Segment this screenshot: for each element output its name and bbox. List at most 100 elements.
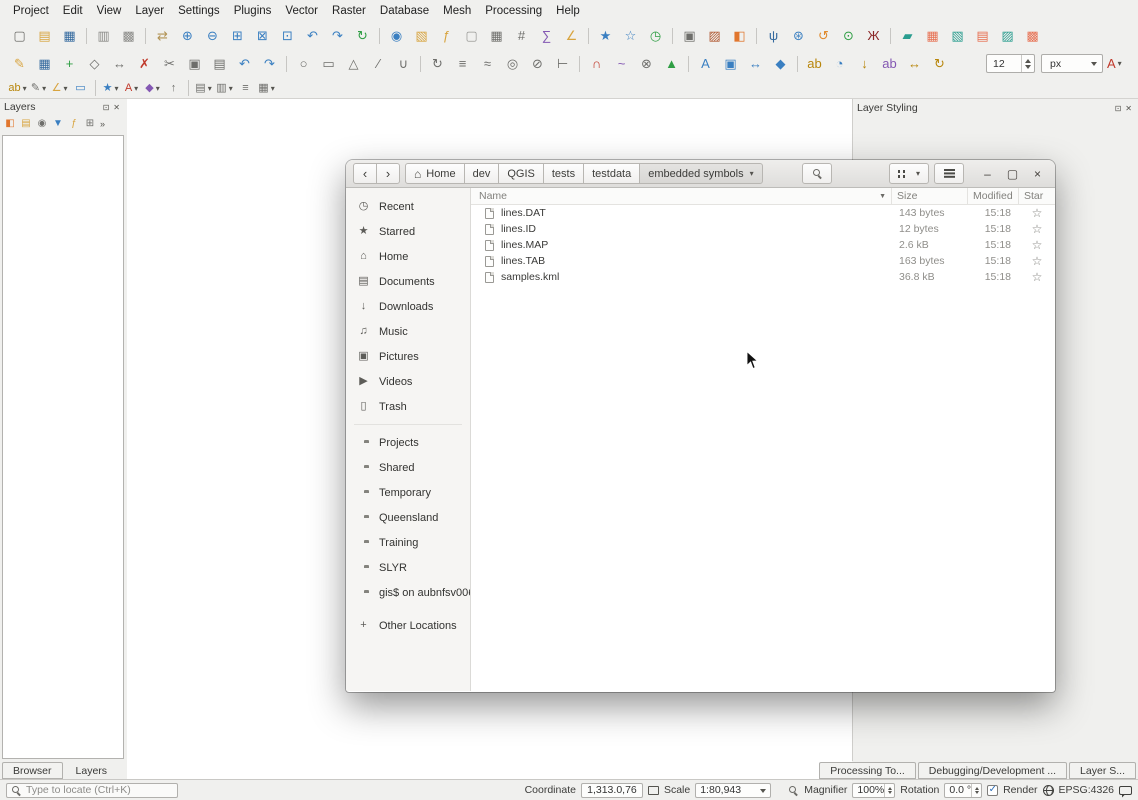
add-group-button[interactable]: ▤ xyxy=(18,117,34,132)
sidebar-item-videos[interactable]: ▶Videos xyxy=(346,369,470,394)
close-button[interactable]: × xyxy=(1027,163,1048,184)
messages-icon[interactable] xyxy=(1119,786,1132,795)
plugin-manager-button[interactable]: ⊙ xyxy=(837,24,860,47)
sidebar-item-music[interactable]: ♫Music xyxy=(346,319,470,344)
data-source-manager-button[interactable]: ▨ xyxy=(703,24,726,47)
crs-button[interactable]: EPSG:4326 xyxy=(1059,784,1114,796)
star-icon[interactable]: ☆ xyxy=(1019,206,1055,220)
python-console-button[interactable]: ψ xyxy=(762,24,785,47)
avoid-intersections-button[interactable]: ⊗ xyxy=(635,52,658,75)
save-layer-edits-button[interactable]: ▦ xyxy=(33,52,56,75)
file-row[interactable]: lines.MAP2.6 kB15:18☆ xyxy=(471,237,1055,253)
chevron-down-icon[interactable]: ▾ xyxy=(114,84,118,93)
chevron-down-icon[interactable]: ▾ xyxy=(1118,59,1122,68)
topology-check-button[interactable]: ▲ xyxy=(660,52,683,75)
text-format-options-button[interactable]: A▾ xyxy=(122,80,141,97)
sort-indicator-icon[interactable]: ▼ xyxy=(879,193,886,200)
scale-combo[interactable]: 1:80,943 xyxy=(695,783,771,798)
sidebar-item-recent[interactable]: ◷Recent xyxy=(346,194,470,219)
dock-tab-layer-s-[interactable]: Layer S... xyxy=(1069,762,1136,779)
layer-styling-toggle-button[interactable]: ◧ xyxy=(728,24,751,47)
rotate-feature-button[interactable]: ↻ xyxy=(426,52,449,75)
file-row[interactable]: lines.TAB163 bytes15:18☆ xyxy=(471,253,1055,269)
layers-tree[interactable] xyxy=(2,135,124,759)
sidebar-item-pictures[interactable]: ▣Pictures xyxy=(346,344,470,369)
file-row[interactable]: samples.kml36.8 kB15:18☆ xyxy=(471,269,1055,285)
sidebar-item-home[interactable]: ⌂Home xyxy=(346,244,470,269)
refresh-map-button[interactable]: ↻ xyxy=(351,24,374,47)
column-header-name[interactable]: Name ▼ xyxy=(471,190,891,202)
open-project-button[interactable]: ▤ xyxy=(33,24,56,47)
path-segment-home[interactable]: ⌂Home xyxy=(405,163,465,184)
move-feature-button[interactable]: ↔ xyxy=(108,52,131,75)
chevron-down-icon[interactable]: ▾ xyxy=(229,84,233,93)
highlight-pinned-labels-button[interactable]: ab xyxy=(878,52,901,75)
menu-settings[interactable]: Settings xyxy=(171,3,227,19)
text-annotation-button[interactable]: A xyxy=(694,52,717,75)
sidebar-item-training[interactable]: Training xyxy=(346,530,470,555)
file-row[interactable]: lines.ID12 bytes15:18☆ xyxy=(471,221,1055,237)
chevron-down-icon[interactable]: ▾ xyxy=(750,169,754,178)
save-project-button[interactable]: ▦ xyxy=(58,24,81,47)
add-raster-layer-button[interactable]: ▦ xyxy=(921,24,944,47)
zoom-in-button[interactable]: ⊕ xyxy=(176,24,199,47)
sidebar-item-other-locations[interactable]: +Other Locations xyxy=(346,613,470,638)
menu-plugins[interactable]: Plugins xyxy=(227,3,279,19)
copy-style-button[interactable]: ▤▾ xyxy=(194,80,213,97)
annotation-options-button[interactable]: ✎▾ xyxy=(29,80,48,97)
merge-features-button[interactable]: ∪ xyxy=(392,52,415,75)
minimize-button[interactable]: – xyxy=(977,163,998,184)
column-header-modified[interactable]: Modified xyxy=(968,190,1018,202)
copy-features-button[interactable]: ▣ xyxy=(183,52,206,75)
dock-tab-browser[interactable]: Browser xyxy=(2,762,63,779)
expand-all-button[interactable]: ⊞ xyxy=(82,117,98,132)
magnifier-spinbox[interactable]: 100% xyxy=(852,783,895,798)
dock-tab-debugging-development-[interactable]: Debugging/Development ... xyxy=(918,762,1067,779)
add-wfs-layer-button[interactable]: ▩ xyxy=(1021,24,1044,47)
redo-edit-button[interactable]: ↷ xyxy=(258,52,281,75)
zoom-last-button[interactable]: ↶ xyxy=(301,24,324,47)
show-bookmarks-button[interactable]: ☆ xyxy=(619,24,642,47)
close-panel-icon[interactable]: ✕ xyxy=(1123,104,1134,113)
select-features-button[interactable]: ▧ xyxy=(410,24,433,47)
back-button[interactable]: ‹ xyxy=(353,163,377,184)
paste-features-button[interactable]: ▤ xyxy=(208,52,231,75)
select-by-expression-button[interactable]: ƒ xyxy=(435,24,458,47)
reshape-features-button[interactable]: ≈ xyxy=(476,52,499,75)
new-print-layout-button[interactable]: ▥ xyxy=(92,24,115,47)
menu-processing[interactable]: Processing xyxy=(478,3,549,19)
menu-project[interactable]: Project xyxy=(6,3,56,19)
sidebar-item-downloads[interactable]: ↓Downloads xyxy=(346,294,470,319)
svg-annotation-button[interactable]: ◆ xyxy=(769,52,792,75)
path-segment-testdata[interactable]: testdata xyxy=(583,163,640,184)
sidebar-item-trash[interactable]: ▯Trash xyxy=(346,394,470,419)
add-wms-layer-button[interactable]: ▨ xyxy=(996,24,1019,47)
undock-panel-icon[interactable]: ⊡ xyxy=(101,103,112,112)
rotation-spinbox[interactable]: 0.0 ° xyxy=(944,783,982,798)
star-icon[interactable]: ☆ xyxy=(1019,254,1055,268)
draw-polygon-button[interactable]: △ xyxy=(342,52,365,75)
pin-labels-button[interactable]: ↓ xyxy=(853,52,876,75)
close-panel-icon[interactable]: ✕ xyxy=(111,103,122,112)
view-toggle-button[interactable]: ▾ xyxy=(889,163,929,184)
draw-rectangle-button[interactable]: ▭ xyxy=(317,52,340,75)
star-icon[interactable]: ☆ xyxy=(1019,222,1055,236)
add-mesh-layer-button[interactable]: ▧ xyxy=(946,24,969,47)
path-segment-embedded-symbols[interactable]: embedded symbols▾ xyxy=(639,163,762,184)
dock-tab-layers[interactable]: Layers xyxy=(65,762,119,779)
add-vector-layer-button[interactable]: ▰ xyxy=(896,24,919,47)
identify-features-button[interactable]: ◉ xyxy=(385,24,408,47)
toggle-editing-button[interactable]: ✎ xyxy=(8,52,31,75)
search-button[interactable] xyxy=(802,163,832,184)
menu-layer[interactable]: Layer xyxy=(128,3,171,19)
menu-button[interactable] xyxy=(934,163,964,184)
zoom-to-selection-button[interactable]: ⊠ xyxy=(251,24,274,47)
sidebar-item-slyr[interactable]: SLYR xyxy=(346,555,470,580)
menu-raster[interactable]: Raster xyxy=(325,3,373,19)
menu-edit[interactable]: Edit xyxy=(56,3,90,19)
sidebar-item-temporary[interactable]: Temporary xyxy=(346,480,470,505)
column-header-size[interactable]: Size xyxy=(892,190,967,202)
spin-arrows-icon[interactable] xyxy=(884,784,894,797)
statistical-summary-button[interactable]: ∑ xyxy=(535,24,558,47)
new-project-button[interactable]: ▢ xyxy=(8,24,31,47)
